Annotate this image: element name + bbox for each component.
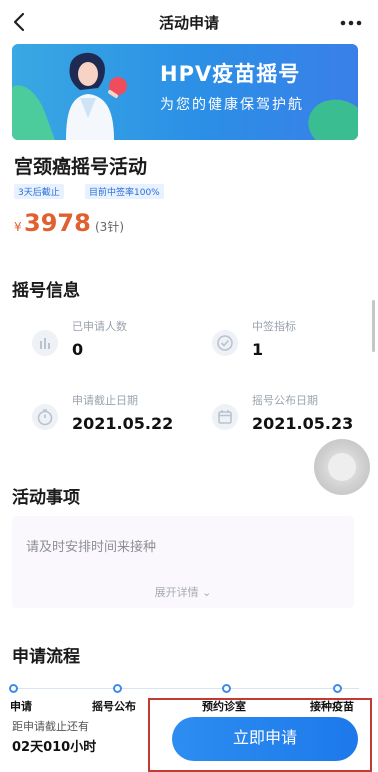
stat-value: 0 [72,340,84,359]
step-label-apply: 申请 [10,700,32,713]
scrollbar[interactable] [372,300,375,352]
stat-label: 已申请人数 [72,320,127,333]
hero-banner[interactable]: HPV疫苗摇号 为您的健康保驾护航 [12,44,358,140]
floating-assistive-button[interactable] [314,439,370,495]
stat-announce-date: 摇号公布日期 2021.05.23 [192,386,362,446]
stat-deadline: 申请截止日期 2021.05.22 [12,386,182,446]
stat-applicants: 已申请人数 0 [12,312,182,372]
leaf-decoration [302,93,358,140]
more-dots-icon[interactable] [340,20,362,26]
stat-value: 2021.05.23 [252,414,354,433]
doctor-illustration-icon [66,52,127,140]
stat-label: 申请截止日期 [72,394,138,407]
notice-text: 请及时安排时间来接种 [26,540,157,555]
banner-subtitle: 为您的健康保驾护航 [160,97,304,113]
step-dot [333,684,342,693]
dose-note: (3针) [95,220,124,234]
apply-now-button[interactable]: 立即申请 [172,717,358,761]
stat-label: 中签指标 [252,320,296,333]
countdown-label: 距申请截止还有 [12,720,89,733]
step-dot [9,684,18,693]
expand-details-link[interactable]: 展开详情 ⌄ [12,584,354,600]
stat-value: 1 [252,340,264,359]
currency-symbol: ¥ [14,220,22,234]
countdown-value: 02天010小时 [12,740,97,755]
section-title-lottery-info: 摇号信息 [12,281,80,301]
section-title-event-items: 活动事项 [12,488,80,508]
banner-title: HPV疫苗摇号 [160,62,301,86]
step-dot [222,684,231,693]
process-line [14,688,359,689]
stat-value: 2021.05.22 [72,414,174,433]
navbar: 活动申请 [0,0,378,44]
win-rate-tag: 目前中签率100% [85,184,164,199]
deadline-tag: 3天后截止 [14,184,64,199]
page-title: 活动申请 [158,14,219,32]
check-circle-icon [212,330,238,356]
stat-quota: 中签指标 1 [192,312,362,372]
notice-box: 请及时安排时间来接种 展开详情 ⌄ [12,516,354,608]
price-value: 3978 [24,209,91,237]
floating-button-core [328,453,356,481]
stopwatch-icon [32,404,58,430]
section-title-process: 申请流程 [12,647,80,667]
stat-label: 摇号公布日期 [252,394,318,407]
step-label-announce: 摇号公布 [92,700,136,713]
step-dot [113,684,122,693]
calendar-icon [212,404,238,430]
event-title: 宫颈癌摇号活动 [14,156,148,178]
bar-chart-icon [32,330,58,356]
